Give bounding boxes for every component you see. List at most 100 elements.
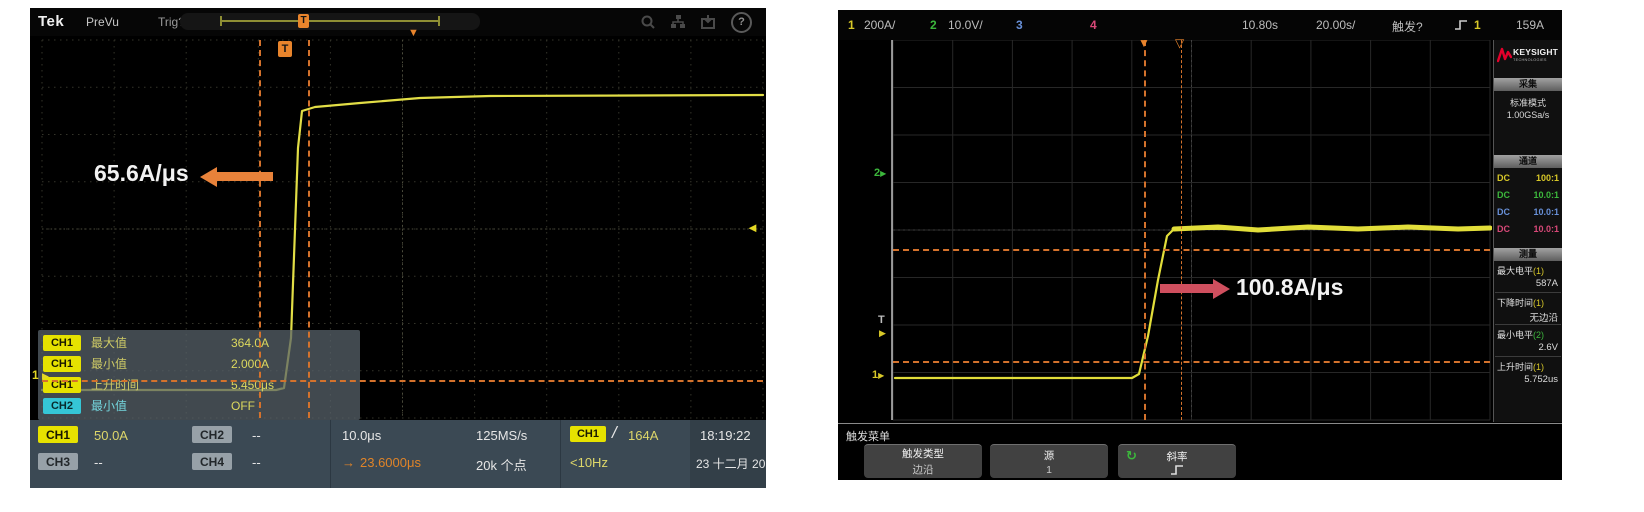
measure-section-header: 测量 [1494,248,1562,261]
measurement-name: 下降时间 [1497,298,1533,308]
coupling: DC [1497,188,1510,203]
keysight-side-panel: KEYSIGHT TECHNOLOGIES 采集 标准模式 1.00GSa/s … [1493,40,1562,422]
delay-caret-icon: ▽ [1175,38,1184,48]
measurement-value: 2.6V [1538,342,1558,353]
annotation-arrow-icon [200,167,217,187]
channel3-coupling-row[interactable]: DC 10.0:1 [1494,205,1562,220]
tek-logo: Tek [38,13,64,30]
search-zoom-icon[interactable] [640,14,656,30]
coupling: DC [1497,205,1510,220]
measurement-channel: (1) [1533,298,1544,308]
divider [560,420,561,488]
probe-ratio: 10.0:1 [1533,222,1559,237]
trigger-source-badge[interactable]: CH1 [570,426,606,442]
save-export-icon[interactable] [700,14,716,30]
ch3-number[interactable]: 3 [1016,18,1023,32]
acquisition-mode: 标准模式 [1494,96,1562,109]
ch1-number[interactable]: 1 [848,18,855,32]
measurement-value: 587A [1536,278,1558,289]
divider [1495,356,1561,357]
coupling: DC [1497,171,1510,186]
timebase-readout: 20.00s/ [1316,18,1355,32]
measurement-label: 最大电平(1) [1497,264,1544,277]
tek-oscilloscope-screen: Tek PreVu Trig? T [30,8,766,488]
trigger-time-cursor [1144,40,1146,420]
channel2-coupling-row[interactable]: DC 10.0:1 [1494,188,1562,203]
channel-badge[interactable]: CH1 [43,335,81,351]
ch2-badge[interactable]: CH2 [192,426,232,443]
annotation-arrow-icon [1213,279,1230,299]
softkey-label: 触发类型 [902,446,944,461]
ch1-scale: 50.0A [94,428,128,443]
keysight-logo: KEYSIGHT TECHNOLOGIES [1496,43,1560,75]
horizontal-reference-cursor [42,380,763,382]
slew-rate-annotation: 100.8A/μs [1236,274,1343,301]
delay-reference-cursor [1181,40,1182,420]
measurement-value: 364.0A [231,336,269,350]
trigger-position-caret-icon: ▼ [1138,38,1150,48]
sample-rate-readout: 125MS/s [476,428,527,443]
measurement-label: 最小电平(2) [1497,328,1544,341]
lower-threshold-cursor [893,361,1490,363]
delay-readout: 10.80s [1242,18,1278,32]
ch4-badge[interactable]: CH4 [192,453,232,470]
record-right-bracket [438,16,440,26]
trigger-type-softkey[interactable]: 触发类型 边沿 [864,444,982,478]
keysight-oscilloscope-screen: 1 200A/ 2 10.0V/ 3 4 10.80s 20.00s/ 触发? … [838,10,1562,480]
ch1-badge[interactable]: CH1 [38,426,78,443]
annotation-arrow-shaft [1160,284,1213,293]
probe-ratio: 10.0:1 [1533,205,1559,220]
channels-section-header: 通道 [1494,155,1562,168]
keysight-waveform-graticule [838,40,1492,422]
keysight-spark-icon [1497,46,1512,64]
cursor-a-vertical [259,40,261,418]
trigger-source-softkey[interactable]: 源 1 [990,444,1108,478]
measurement-label: 上升时间(1) [1497,360,1544,373]
rising-slope-icon: / [612,423,617,443]
trigger-position-flag-icon[interactable]: T [298,14,309,28]
measurement-label: 上升时间 [91,376,231,393]
channel1-marker-arrow-icon: ▶ [42,371,49,381]
ch2-number[interactable]: 2 [930,18,937,32]
measurement-row: CH1 上升时间 5.450μs [38,374,360,395]
softkey-value: 1 [1046,464,1052,476]
measurement-label: 下降时间(1) [1497,296,1544,309]
record-view-line [220,20,440,22]
rising-edge-icon [1170,465,1184,475]
trigger-flag-icon: T [278,41,292,57]
rotate-select-icon: ↻ [1126,448,1137,464]
channel1-marker-arrow-icon: ▶ [878,371,884,380]
ch3-badge[interactable]: CH3 [38,453,78,470]
measurement-value: 5.752us [1524,374,1558,385]
measurement-row: CH1 最大值 364.0A [38,332,360,353]
annotation-arrow-shaft [216,172,273,181]
slew-rate-annotation: 65.6A/μs [94,160,189,187]
measurement-label: 最小值 [91,397,231,414]
probe-ratio: 100:1 [1536,171,1559,186]
keysight-header-bar: 1 200A/ 2 10.0V/ 3 4 10.80s 20.00s/ 触发? … [838,10,1562,40]
measurement-label: 最小值 [91,355,231,372]
trigger-level-readout: 159A [1516,18,1544,32]
measurement-name: 上升时间 [1497,362,1533,372]
record-length-readout: 20k 个点 [476,455,527,474]
toolbar-icon-group [640,14,716,30]
measurement-value: 2.000A [231,357,269,371]
horizontal-position-indicator[interactable]: T [180,13,480,30]
channel1-coupling-row[interactable]: DC 100:1 [1494,171,1562,186]
channel-badge[interactable]: CH2 [43,398,81,414]
ch4-number[interactable]: 4 [1090,18,1097,32]
ch4-scale: -- [252,455,261,470]
delay-readout: 23.6000μs [360,455,421,470]
tek-toolbar: Tek PreVu Trig? T [30,8,766,36]
trigger-slope-softkey[interactable]: ↻ 斜率 [1118,444,1236,478]
divider [1495,324,1561,325]
measurement-name: 最大电平 [1497,266,1533,276]
logo-subtitle: TECHNOLOGIES [1513,58,1547,62]
channel1-marker-number: 1 [32,368,39,382]
channel1-ground-marker: 1 ▶ [32,368,49,382]
network-icon[interactable] [670,14,686,30]
channel4-coupling-row[interactable]: DC 10.0:1 [1494,222,1562,237]
trigger-status: 触发? [1392,18,1423,35]
trigger-level-marker-icon: ◄ [746,220,759,235]
help-icon[interactable]: ? [731,12,752,33]
